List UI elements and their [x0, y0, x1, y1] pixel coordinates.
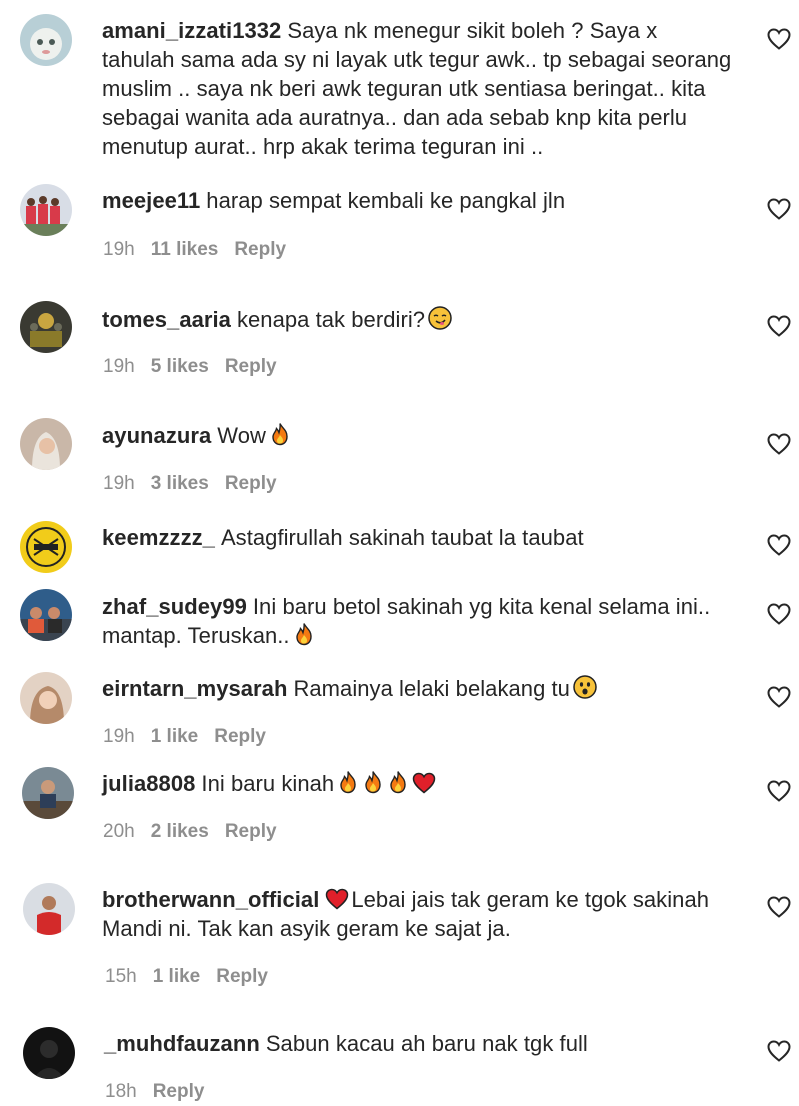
like-heart-icon[interactable] [767, 896, 791, 918]
comment-username[interactable]: _muhdfauzann [104, 1031, 260, 1056]
smirk-emoji [428, 306, 452, 330]
comment-username[interactable]: julia8808 [102, 771, 195, 796]
comment-meta: 18h Reply [105, 1081, 220, 1103]
comment-text: Sabun kacau ah baru nak tgk full [265, 1031, 588, 1056]
like-heart-icon[interactable] [767, 315, 791, 337]
comment-username[interactable]: ayunazura [102, 423, 211, 448]
avatar[interactable] [23, 883, 75, 935]
reply-button[interactable]: Reply [214, 726, 266, 748]
comment-meta: 19h 11 likes Reply [103, 239, 302, 261]
comment-text: Wow [217, 423, 266, 448]
comment-text-block: julia8808 Ini baru kinah [102, 769, 732, 798]
comment-text: Astagfirullah sakinah taubat la taubat [220, 525, 584, 550]
heart-emoji [412, 772, 436, 794]
like-heart-icon[interactable] [767, 1040, 791, 1062]
comment-likes[interactable]: 1 like [153, 966, 201, 988]
comment-meta: 19h 5 likes Reply [103, 356, 293, 378]
like-heart-icon[interactable] [767, 686, 791, 708]
heart-emoji [325, 888, 349, 910]
avatar[interactable] [20, 589, 72, 641]
comment-text: harap sempat kembali ke pangkal jln [206, 188, 566, 213]
comment-username[interactable]: eirntarn_mysarah [102, 676, 287, 701]
comment-time: 15h [105, 966, 137, 987]
surprised-emoji [573, 675, 597, 699]
comment-meta: 19h 1 like Reply [103, 726, 282, 748]
comment-likes[interactable]: 2 likes [151, 821, 209, 843]
avatar[interactable] [20, 672, 72, 724]
avatar[interactable] [20, 14, 72, 66]
comment-time: 19h [103, 473, 135, 494]
comment-text-block: tomes_aaria kenapa tak berdiri? [102, 305, 732, 334]
comment-text-block: eirntarn_mysarah Ramainya lelaki belakang… [102, 674, 732, 703]
avatar[interactable] [20, 418, 72, 470]
comment-time: 18h [105, 1081, 137, 1102]
reply-button[interactable]: Reply [225, 821, 277, 843]
comment-text-block: brotherwann_official Lebai jais tak geram… [102, 885, 732, 943]
avatar[interactable] [23, 1027, 75, 1079]
reply-button[interactable]: Reply [234, 239, 286, 261]
comment-text-block: amani_izzati1332 Saya nk menegur sikit bo… [102, 16, 732, 161]
comment-time: 19h [103, 726, 135, 747]
comment-likes[interactable]: 5 likes [151, 356, 209, 378]
comment-text-block: ayunazura Wow [102, 421, 732, 450]
fire-emoji [337, 770, 359, 794]
like-heart-icon[interactable] [767, 780, 791, 802]
comment-username[interactable]: amani_izzati1332 [102, 18, 281, 43]
like-heart-icon[interactable] [767, 534, 791, 556]
comment-username[interactable]: brotherwann_official [102, 887, 319, 912]
comment-meta: 15h 1 like Reply [105, 966, 284, 988]
reply-button[interactable]: Reply [153, 1081, 205, 1103]
comment-likes[interactable]: 11 likes [151, 239, 219, 261]
reply-button[interactable]: Reply [225, 356, 277, 378]
reply-button[interactable]: Reply [216, 966, 268, 988]
like-heart-icon[interactable] [767, 198, 791, 220]
comment-username[interactable]: keemzzzz_ [102, 525, 215, 550]
comment-text: Ramainya lelaki belakang tu [293, 676, 570, 701]
avatar[interactable] [20, 184, 72, 236]
fire-emoji [387, 770, 409, 794]
comment-text: kenapa tak berdiri? [236, 307, 426, 332]
fire-emoji [269, 422, 291, 446]
comment-text-block: _muhdfauzann Sabun kacau ah baru nak tgk … [104, 1029, 734, 1058]
comment-text-block: meejee11 harap sempat kembali ke pangkal … [102, 186, 732, 215]
like-heart-icon[interactable] [767, 28, 791, 50]
like-heart-icon[interactable] [767, 433, 791, 455]
reply-button[interactable]: Reply [225, 473, 277, 495]
comment-username[interactable]: tomes_aaria [102, 307, 231, 332]
comment-likes[interactable]: 3 likes [151, 473, 209, 495]
comment-username[interactable]: meejee11 [102, 188, 200, 213]
comment-time: 19h [103, 356, 135, 377]
comment-text-block: zhaf_sudey99 Ini baru betol sakinah yg ki… [102, 592, 732, 650]
comment-text: Ini baru kinah [201, 771, 335, 796]
comment-meta: 20h 2 likes Reply [103, 821, 293, 843]
comment-time: 19h [103, 239, 135, 260]
comment-text-block: keemzzzz_ Astagfirullah sakinah taubat la… [102, 523, 732, 552]
like-heart-icon[interactable] [767, 603, 791, 625]
comment-likes[interactable]: 1 like [151, 726, 199, 748]
avatar[interactable] [20, 521, 72, 573]
avatar[interactable] [22, 767, 74, 819]
comment-time: 20h [103, 821, 135, 842]
fire-emoji [293, 622, 315, 646]
comment-meta: 19h 3 likes Reply [103, 473, 293, 495]
avatar[interactable] [20, 301, 72, 353]
fire-emoji [362, 770, 384, 794]
comment-username[interactable]: zhaf_sudey99 [102, 594, 247, 619]
